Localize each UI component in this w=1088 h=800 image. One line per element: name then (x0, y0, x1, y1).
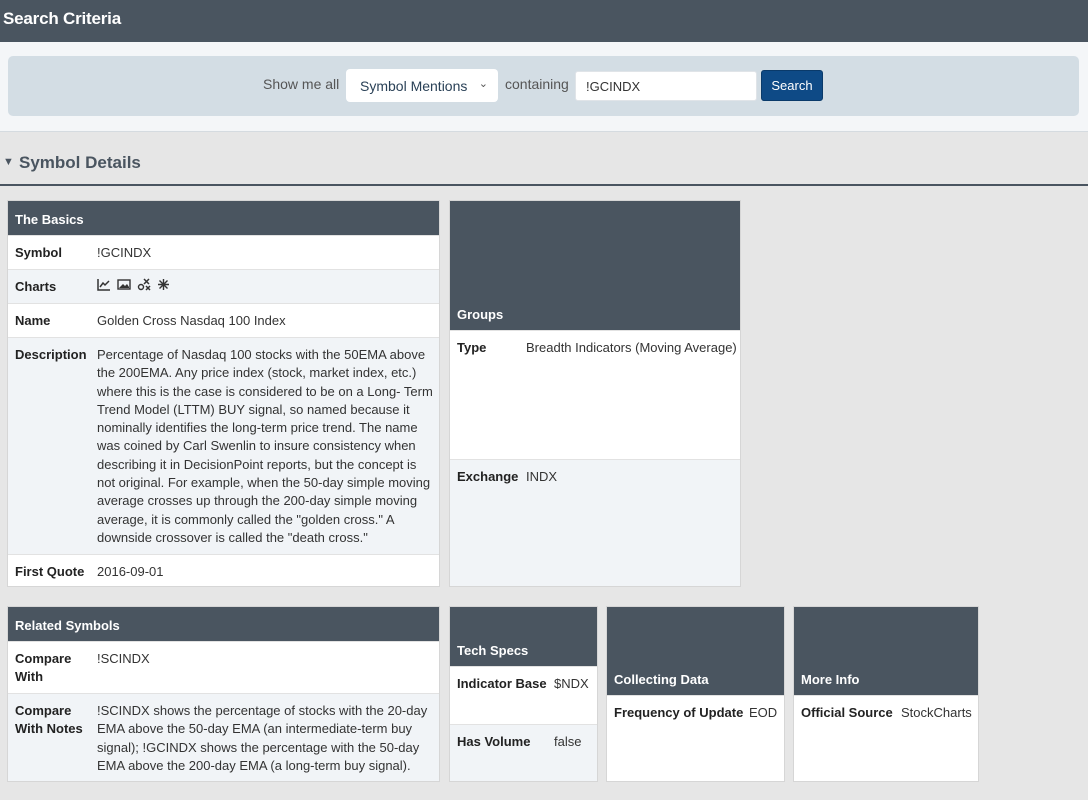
symbol-row: Symbol !GCINDX (8, 235, 439, 269)
official-source-value[interactable]: StockCharts (901, 704, 972, 722)
mention-type-select[interactable]: Symbol Mentions ⌄ (346, 69, 498, 102)
panel-title: Groups (450, 201, 740, 330)
charts-row: Charts (8, 269, 439, 303)
has-volume-label: Has Volume (457, 734, 531, 749)
panel-title: Tech Specs (450, 607, 597, 666)
chart-links (97, 278, 170, 296)
symbol-value: !GCINDX (97, 245, 152, 260)
panel-title: The Basics (8, 201, 439, 235)
compare-notes-label: Compare With Notes (15, 703, 83, 737)
first-quote-row: First Quote 2016-09-01 (8, 554, 439, 588)
has-volume-row: Has Volume false (450, 724, 597, 781)
show-me-all-label: Show me all (263, 76, 340, 92)
name-value: Golden Cross Nasdaq 100 Index (97, 313, 286, 328)
name-row: Name Golden Cross Nasdaq 100 Index (8, 303, 439, 337)
image-chart-icon[interactable] (117, 278, 131, 296)
seasonality-icon[interactable] (157, 278, 170, 296)
type-row: Type Breadth Indicators (Moving Average) (450, 330, 740, 459)
official-source-label: Official Source (801, 705, 893, 720)
point-figure-icon[interactable] (137, 278, 151, 296)
symbol-label: Symbol (15, 245, 62, 260)
compare-value: !SCINDX (97, 651, 150, 666)
select-value: Symbol Mentions (360, 78, 468, 94)
exchange-value: INDX (526, 469, 558, 484)
description-label: Description (15, 347, 87, 362)
name-label: Name (15, 313, 51, 328)
has-volume-value: false (554, 734, 582, 749)
compare-label: Compare With (15, 651, 72, 685)
line-chart-icon[interactable] (97, 278, 111, 296)
frequency-row: Frequency of Update EOD (607, 695, 784, 781)
chevron-down-icon: ⌄ (478, 78, 488, 90)
first-quote-value: 2016-09-01 (97, 564, 164, 579)
type-label: Type (457, 340, 487, 355)
symbol-details-section-header[interactable]: ▼ Symbol Details (0, 142, 1088, 186)
containing-label: containing (505, 76, 569, 92)
official-source-row: Official Source StockCharts (794, 695, 978, 781)
charts-label: Charts (15, 279, 57, 294)
search-input[interactable] (575, 71, 757, 101)
more-info-panel: More Info Official Source StockCharts (793, 606, 979, 782)
frequency-label: Frequency of Update (614, 705, 744, 720)
search-criteria-header: Search Criteria (0, 0, 1088, 42)
basics-panel: The Basics Symbol !GCINDX Charts Name Go… (7, 200, 440, 587)
search-button[interactable]: Search (761, 70, 823, 101)
header-title: Search Criteria (3, 9, 121, 28)
search-strip: Show me all Symbol Mentions ⌄ containing… (0, 42, 1088, 132)
panel-title: Collecting Data (607, 607, 784, 695)
related-symbols-panel: Related Symbols Compare With !SCINDX Com… (7, 606, 440, 782)
groups-panel: Groups Type Breadth Indicators (Moving A… (449, 200, 741, 587)
first-quote-label: First Quote (15, 564, 85, 579)
tech-specs-panel: Tech Specs Indicator Base $NDX Has Volum… (449, 606, 598, 782)
compare-notes-value: !SCINDX shows the percentage of stocks w… (97, 703, 428, 773)
search-form: Show me all Symbol Mentions ⌄ containing… (8, 56, 1079, 116)
section-title: Symbol Details (19, 153, 141, 172)
indicator-base-label: Indicator Base (457, 676, 547, 691)
exchange-row: Exchange INDX (450, 459, 740, 586)
frequency-value: EOD (749, 705, 778, 720)
panel-title: More Info (794, 607, 978, 695)
exchange-label: Exchange (457, 469, 519, 484)
type-value: Breadth Indicators (Moving Average) (526, 340, 737, 355)
panel-title: Related Symbols (8, 607, 439, 641)
compare-row: Compare With !SCINDX (8, 641, 439, 693)
description-row: Description Percentage of Nasdaq 100 sto… (8, 337, 439, 554)
description-value: Percentage of Nasdaq 100 stocks with the… (97, 347, 433, 545)
compare-notes-row: Compare With Notes !SCINDX shows the per… (8, 693, 439, 781)
collecting-data-panel: Collecting Data Frequency of Update EOD (606, 606, 785, 782)
indicator-base-row: Indicator Base $NDX (450, 666, 597, 724)
caret-down-icon: ▼ (3, 156, 14, 168)
indicator-base-value: $NDX (554, 676, 589, 691)
